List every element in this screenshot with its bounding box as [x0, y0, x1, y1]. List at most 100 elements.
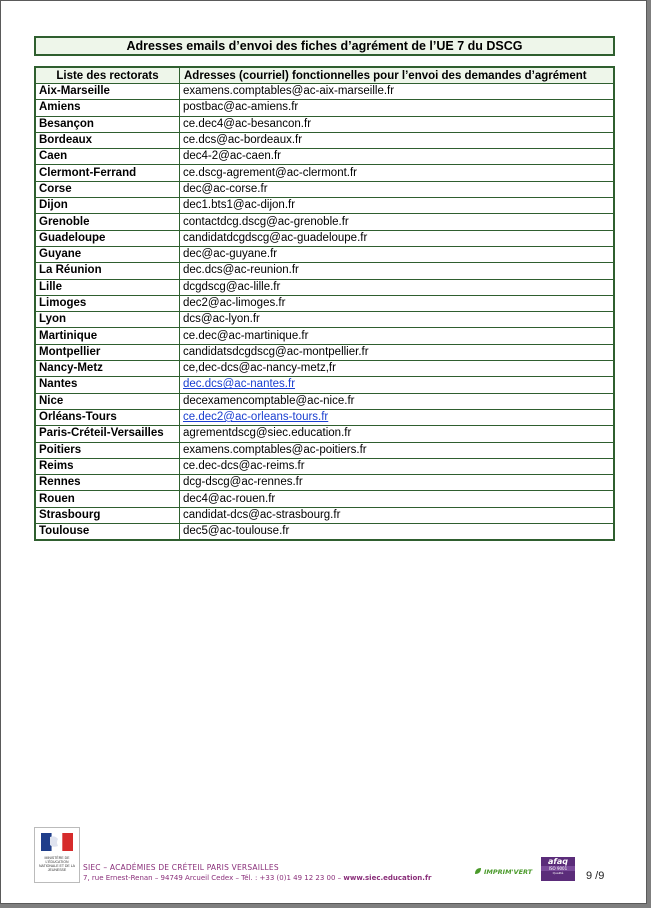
table-row: Montpellier candidatsdcgdscg@ac-montpelli… — [34, 343, 615, 362]
rectorat-name: Guyane — [34, 245, 180, 264]
rectorat-name: Lyon — [34, 311, 180, 329]
email-address: dec4-2@ac-caen.fr — [179, 148, 615, 166]
email-address: candidatdcgdscg@ac-guadeloupe.fr — [179, 229, 615, 247]
table-row: Nancy-Metz ce,dec-dcs@ac-nancy-metz,fr — [34, 360, 615, 378]
afaq-certification-logo: afaq ISO 9001 Qualité — [541, 857, 575, 881]
afaq-label: afaq — [547, 857, 568, 866]
email-link[interactable]: dec.dcs@ac-nantes.fr — [179, 376, 615, 394]
email-address: contactdcg.dscg@ac-grenoble.fr — [179, 213, 615, 231]
email-address: ce.dec@ac-martinique.fr — [179, 327, 615, 345]
marianne-logo-icon — [41, 833, 73, 851]
table-row: Amiens postbac@ac-amiens.fr — [34, 99, 615, 117]
table-row: Dijon dec1.bts1@ac-dijon.fr — [34, 197, 615, 215]
table-header-row: Liste des rectorats Adresses (courriel) … — [34, 66, 615, 84]
rectorat-name: Caen — [34, 148, 180, 166]
table-row: Nice decexamencomptable@ac-nice.fr — [34, 392, 615, 410]
email-address: dec2@ac-limoges.fr — [179, 294, 615, 313]
table-row: Lille dcgdscg@ac-lille.fr — [34, 278, 615, 296]
email-address: ce.dec4@ac-besancon.fr — [179, 115, 615, 133]
table-row: Besançon ce.dec4@ac-besancon.fr — [34, 115, 615, 133]
rectorat-name: Bordeaux — [34, 131, 180, 150]
rectorat-name: Paris-Créteil-Versailles — [34, 425, 180, 443]
rectorat-name: Clermont-Ferrand — [34, 164, 180, 182]
table-row: Guadeloupe candidatdcgdscg@ac-guadeloupe.… — [34, 229, 615, 247]
imprim-vert-label: IMPRIM'VERT — [484, 868, 533, 876]
footer-address: 7, rue Ernest-Renan – 94749 Arcueil Cede… — [83, 874, 344, 882]
rectorat-name: Toulouse — [34, 523, 180, 541]
rectorat-name: Poitiers — [34, 441, 180, 459]
table-row: Strasbourg candidat-dcs@ac-strasbourg.fr — [34, 506, 615, 525]
email-address: examens.comptables@ac-poitiers.fr — [179, 441, 615, 459]
table-row: Caen dec4-2@ac-caen.fr — [34, 148, 615, 166]
rectorat-name: Montpellier — [34, 343, 180, 362]
rectorat-name: Orléans-Tours — [34, 408, 180, 427]
table-row: Aix-Marseille examens.comptables@ac-aix-m… — [34, 82, 615, 101]
email-address: candidatsdcgdscg@ac-montpellier.fr — [179, 343, 615, 362]
email-address: dec5@ac-toulouse.fr — [179, 523, 615, 541]
table-row: Reims ce.dec-dcs@ac-reims.fr — [34, 457, 615, 476]
rectorat-name: Nantes — [34, 376, 180, 394]
email-address: ce.dcs@ac-bordeaux.fr — [179, 131, 615, 150]
document-title: Adresses emails d’envoi des fiches d’agr… — [34, 36, 615, 56]
email-address: postbac@ac-amiens.fr — [179, 99, 615, 117]
rectorat-name: La Réunion — [34, 262, 180, 280]
rectorats-table: Liste des rectorats Adresses (courriel) … — [34, 66, 615, 542]
rectorat-name: Reims — [34, 457, 180, 476]
page-number: 9 /9 — [586, 870, 605, 882]
email-link[interactable]: ce.dec2@ac-orleans-tours.fr — [179, 408, 615, 427]
rectorat-name: Rouen — [34, 490, 180, 508]
table-row: Rouen dec4@ac-rouen.fr — [34, 490, 615, 508]
email-address: dec@ac-corse.fr — [179, 180, 615, 199]
rectorat-name: Corse — [34, 180, 180, 199]
table-row: Limoges dec2@ac-limoges.fr — [34, 294, 615, 313]
rectorat-name: Lille — [34, 278, 180, 296]
table-row: Clermont-Ferrand ce.dscg-agrement@ac-cler… — [34, 164, 615, 182]
table-row: Martinique ce.dec@ac-martinique.fr — [34, 327, 615, 345]
email-address: candidat-dcs@ac-strasbourg.fr — [179, 506, 615, 525]
table-row: Paris-Créteil-Versailles agrementdscg@sie… — [34, 425, 615, 443]
document-page: Adresses emails d’envoi des fiches d’agr… — [0, 0, 647, 904]
footer-address-line: 7, rue Ernest-Renan – 94749 Arcueil Cede… — [83, 874, 431, 882]
rectorat-name: Aix-Marseille — [34, 82, 180, 101]
afaq-sub-label: Qualité — [552, 871, 564, 875]
table-row: La Réunion dec.dcs@ac-reunion.fr — [34, 262, 615, 280]
table-row: Poitiers examens.comptables@ac-poitiers.f… — [34, 441, 615, 459]
email-address: dcs@ac-lyon.fr — [179, 311, 615, 329]
rectorat-name: Nice — [34, 392, 180, 410]
footer-organization: SIEC – ACADÉMIES DE CRÉTEIL PARIS VERSAI… — [83, 863, 279, 872]
ministry-name: MINISTÈRE DE L'ÉDUCATION NATIONALE ET DE… — [38, 856, 76, 872]
table-body: Aix-Marseille examens.comptables@ac-aix-m… — [34, 82, 615, 541]
email-address: dec@ac-guyane.fr — [179, 245, 615, 264]
footer-website: www.siec.education.fr — [343, 874, 432, 882]
email-address: decexamencomptable@ac-nice.fr — [179, 392, 615, 410]
rectorat-name: Nancy-Metz — [34, 360, 180, 378]
rectorat-name: Dijon — [34, 197, 180, 215]
email-address: examens.comptables@ac-aix-marseille.fr — [179, 82, 615, 101]
column-header-addresses: Adresses (courriel) fonctionnelles pour … — [179, 66, 615, 84]
email-address: dcg-dscg@ac-rennes.fr — [179, 474, 615, 492]
table-row: Grenoble contactdcg.dscg@ac-grenoble.fr — [34, 213, 615, 231]
table-row: Rennes dcg-dscg@ac-rennes.fr — [34, 474, 615, 492]
rectorat-name: Grenoble — [34, 213, 180, 231]
email-address: agrementdscg@siec.education.fr — [179, 425, 615, 443]
email-address: ce.dscg-agrement@ac-clermont.fr — [179, 164, 615, 182]
email-address: dec1.bts1@ac-dijon.fr — [179, 197, 615, 215]
rectorat-name: Rennes — [34, 474, 180, 492]
rectorat-name: Amiens — [34, 99, 180, 117]
rectorat-name: Martinique — [34, 327, 180, 345]
table-row: Orléans-Tours ce.dec2@ac-orleans-tours.fr — [34, 408, 615, 427]
email-address: dec.dcs@ac-reunion.fr — [179, 262, 615, 280]
table-row: Corse dec@ac-corse.fr — [34, 180, 615, 199]
leaf-icon — [475, 868, 481, 874]
table-row: Toulouse dec5@ac-toulouse.fr — [34, 523, 615, 541]
email-address: ce,dec-dcs@ac-nancy-metz,fr — [179, 360, 615, 378]
table-row: Guyane dec@ac-guyane.fr — [34, 245, 615, 264]
page-footer: MINISTÈRE DE L'ÉDUCATION NATIONALE ET DE… — [1, 823, 646, 893]
rectorat-name: Limoges — [34, 294, 180, 313]
email-address: ce.dec-dcs@ac-reims.fr — [179, 457, 615, 476]
email-address: dcgdscg@ac-lille.fr — [179, 278, 615, 296]
rectorat-name: Strasbourg — [34, 506, 180, 525]
ministry-logo: MINISTÈRE DE L'ÉDUCATION NATIONALE ET DE… — [34, 827, 80, 883]
table-row: Lyon dcs@ac-lyon.fr — [34, 311, 615, 329]
rectorat-name: Guadeloupe — [34, 229, 180, 247]
